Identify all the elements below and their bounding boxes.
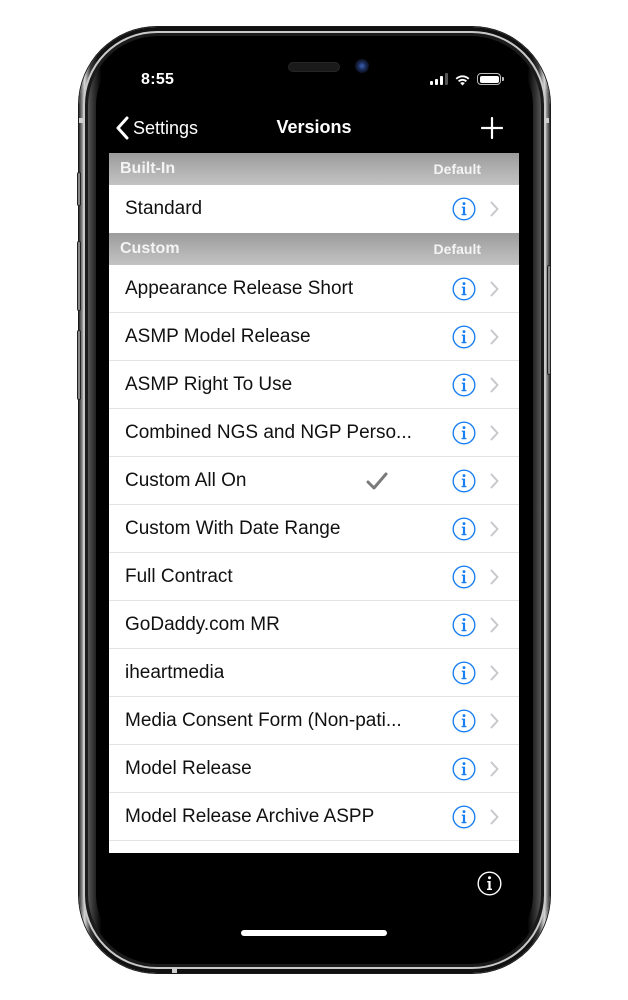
- section-header: Custom Default: [109, 233, 519, 265]
- info-circle-icon: [452, 421, 476, 445]
- earpiece-speaker: [288, 62, 340, 72]
- info-button[interactable]: [452, 421, 476, 445]
- back-button[interactable]: Settings: [116, 115, 198, 141]
- list-item[interactable]: Appearance Release Short: [109, 265, 519, 313]
- chevron-left-icon: [116, 116, 129, 140]
- info-button[interactable]: [477, 871, 502, 896]
- info-button[interactable]: [452, 469, 476, 493]
- info-circle-icon: [452, 757, 476, 781]
- chevron-right-icon: [490, 329, 499, 345]
- volume-down-button: [77, 330, 81, 400]
- list-item-label: ASMP Model Release: [125, 325, 311, 347]
- chevron-right-icon: [490, 281, 499, 297]
- list-item[interactable]: ASMP Model Release: [109, 313, 519, 361]
- list-item[interactable]: ASMP Right To Use: [109, 361, 519, 409]
- checkmark-icon: [366, 472, 388, 490]
- info-button[interactable]: [452, 565, 476, 589]
- info-circle-icon: [452, 325, 476, 349]
- antenna-band: [79, 118, 83, 123]
- list-item-label: GoDaddy.com MR: [125, 613, 280, 635]
- chevron-right-icon: [490, 665, 499, 681]
- info-button[interactable]: [452, 517, 476, 541]
- info-circle-icon: [452, 805, 476, 829]
- info-circle-icon: [452, 565, 476, 589]
- list-item[interactable]: Custom With Date Range: [109, 505, 519, 553]
- info-circle-icon: [477, 871, 502, 896]
- volume-up-button: [77, 241, 81, 311]
- battery-icon: [477, 73, 504, 85]
- list-item-label: Model Release Archive ASPP: [125, 805, 375, 827]
- info-circle-icon: [452, 517, 476, 541]
- front-camera: [355, 59, 369, 73]
- info-button[interactable]: [452, 325, 476, 349]
- list-item[interactable]: Full Contract: [109, 553, 519, 601]
- chevron-right-icon: [490, 809, 499, 825]
- info-circle-icon: [452, 373, 476, 397]
- chevron-right-icon: [490, 521, 499, 537]
- list-item[interactable]: Model Release Archive ASPP: [109, 793, 519, 841]
- list-item-label: Full Contract: [125, 565, 233, 587]
- back-button-label: Settings: [133, 117, 199, 138]
- add-button[interactable]: [481, 117, 503, 139]
- list-item[interactable]: Standard: [109, 185, 519, 233]
- chevron-right-icon: [490, 617, 499, 633]
- section-default-label: Default: [433, 241, 481, 257]
- section-header: Built-In Default: [109, 153, 519, 185]
- info-button[interactable]: [452, 197, 476, 221]
- chevron-right-icon: [490, 713, 499, 729]
- info-button[interactable]: [452, 709, 476, 733]
- versions-list[interactable]: Built-In Default Standard Custom Default Appe…: [109, 153, 519, 853]
- list-item-label: Appearance Release Short: [125, 277, 354, 299]
- side-button: [547, 265, 551, 375]
- chevron-right-icon: [490, 425, 499, 441]
- status-time: 8:55: [141, 71, 175, 88]
- chevron-right-icon: [490, 377, 499, 393]
- info-button[interactable]: [452, 373, 476, 397]
- list-item[interactable]: Combined NGS and NGP Perso...: [109, 409, 519, 457]
- wifi-icon: [455, 74, 470, 85]
- home-indicator[interactable]: [241, 930, 387, 936]
- list-item[interactable]: Model Release: [109, 745, 519, 793]
- list-item[interactable]: [109, 841, 519, 853]
- info-circle-icon: [452, 469, 476, 493]
- page-title: Versions: [276, 117, 352, 137]
- silent-switch: [77, 172, 81, 206]
- list-item-label: Custom All On: [125, 469, 247, 491]
- section-title: Built-In: [120, 160, 176, 177]
- cellular-signal-icon: [430, 73, 448, 85]
- info-button[interactable]: [452, 277, 476, 301]
- status-icons: [430, 72, 504, 86]
- chevron-right-icon: [490, 473, 499, 489]
- info-button[interactable]: [452, 805, 476, 829]
- list-item[interactable]: Custom All On: [109, 457, 519, 505]
- chevron-right-icon: [490, 569, 499, 585]
- info-circle-icon: [452, 661, 476, 685]
- list-item-label: Media Consent Form (Non-pati...: [125, 709, 402, 731]
- chevron-right-icon: [490, 761, 499, 777]
- plus-icon: [481, 117, 503, 139]
- info-button[interactable]: [452, 757, 476, 781]
- info-button[interactable]: [452, 613, 476, 637]
- info-circle-icon: [452, 613, 476, 637]
- list-item-label: ASMP Right To Use: [125, 373, 293, 395]
- section-title: Custom: [120, 240, 180, 257]
- list-item[interactable]: Media Consent Form (Non-pati...: [109, 697, 519, 745]
- info-circle-icon: [452, 197, 476, 221]
- chevron-right-icon: [490, 201, 499, 217]
- list-item-label: Standard: [125, 198, 203, 219]
- list-item-label: iheartmedia: [125, 661, 225, 683]
- list-item-label: Custom With Date Range: [125, 517, 341, 539]
- list-item[interactable]: iheartmedia: [109, 649, 519, 697]
- antenna-band: [172, 968, 177, 973]
- info-button[interactable]: [452, 661, 476, 685]
- list-item[interactable]: GoDaddy.com MR: [109, 601, 519, 649]
- list-item-label: Combined NGS and NGP Perso...: [125, 421, 412, 443]
- info-circle-icon: [452, 277, 476, 301]
- antenna-band: [545, 118, 549, 123]
- info-circle-icon: [452, 709, 476, 733]
- section-default-label: Default: [433, 161, 481, 177]
- list-item-label: Model Release: [125, 757, 252, 779]
